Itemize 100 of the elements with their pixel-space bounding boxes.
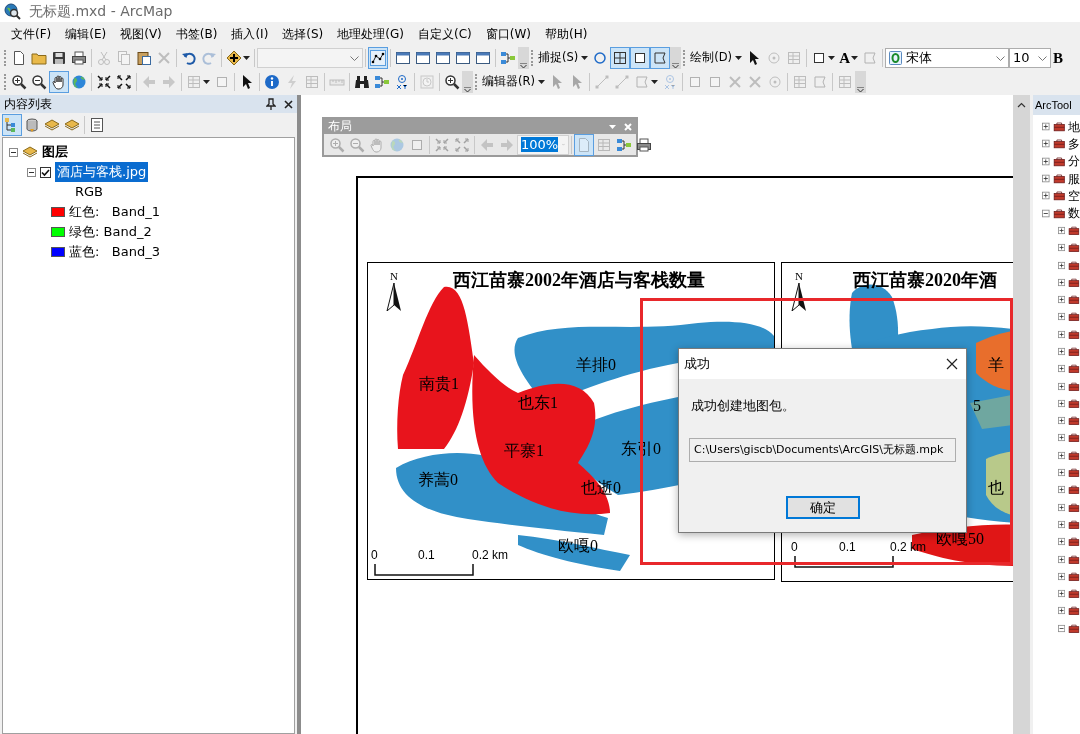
checkbox-checked[interactable] <box>40 166 51 178</box>
arrows-out-icon <box>454 136 470 153</box>
toolbar-menu[interactable]: 编辑器(R) <box>480 72 547 92</box>
toolbox-label[interactable]: 数 <box>1068 204 1080 223</box>
forward-arrow-icon <box>499 136 515 153</box>
close-icon[interactable] <box>946 358 958 370</box>
path-field[interactable]: C:\Users\giscb\Documents\ArcGIS\无标题.mpk <box>689 437 956 462</box>
caret-icon[interactable] <box>537 80 545 84</box>
toolbar-button[interactable] <box>630 47 651 69</box>
overflow-button[interactable] <box>670 47 682 69</box>
toolbar-menu[interactable]: 捕捉(S) <box>536 48 591 68</box>
expand-icon[interactable] <box>1058 295 1066 305</box>
expand-icon[interactable] <box>1058 589 1066 599</box>
toolbox-label[interactable]: 地 <box>1068 117 1080 136</box>
toolbar-grip[interactable] <box>4 74 7 90</box>
expand-icon[interactable] <box>1058 364 1066 374</box>
expand-icon[interactable] <box>1058 450 1066 460</box>
expand-icon[interactable] <box>1058 606 1066 616</box>
zoom-out-icon <box>349 136 365 153</box>
overflow-button[interactable] <box>518 47 529 69</box>
expand-icon[interactable] <box>1058 225 1066 235</box>
map-title: 西江苗寨2002年酒店与客栈数量 <box>453 271 705 289</box>
toolbar-grip[interactable] <box>531 50 534 66</box>
expand-icon[interactable] <box>1058 571 1066 581</box>
dialog-title: 成功 <box>684 355 711 374</box>
toolbox-label[interactable]: 空 <box>1068 186 1080 205</box>
collapse-icon[interactable] <box>1058 623 1066 633</box>
group-label[interactable]: 图层 <box>42 142 68 162</box>
expand-icon[interactable] <box>1058 416 1066 426</box>
toolbar-button[interactable] <box>368 47 388 69</box>
expand-icon[interactable] <box>1058 312 1066 322</box>
menu-item[interactable]: 文件(F) <box>4 23 59 45</box>
panel-title: ArcTool <box>1033 95 1080 115</box>
overflow-button[interactable] <box>854 71 866 93</box>
dropdown-field[interactable]: 10 <box>1008 48 1051 68</box>
expand-icon[interactable] <box>1042 156 1050 166</box>
expand-icon[interactable] <box>1058 433 1066 443</box>
expand-icon[interactable] <box>1058 502 1066 512</box>
zoom-in-icon <box>11 74 27 90</box>
toolbar-grip[interactable] <box>475 74 478 90</box>
caret-icon[interactable] <box>735 56 743 60</box>
menu-item[interactable]: 地理处理(G) <box>330 23 411 45</box>
caret-icon[interactable] <box>243 56 250 60</box>
toolbar-button[interactable]: A <box>837 47 860 69</box>
expand-icon[interactable] <box>1058 468 1066 478</box>
caret-icon[interactable] <box>581 56 589 60</box>
chevron-down-icon[interactable] <box>1037 55 1047 61</box>
layers-icon <box>64 117 80 133</box>
menu-item[interactable]: 视图(V) <box>113 23 169 45</box>
line-icon <box>593 74 610 90</box>
toolbar-button[interactable]: B <box>1050 47 1065 69</box>
expand-icon[interactable] <box>1042 139 1050 149</box>
collapse-icon[interactable] <box>1042 208 1050 218</box>
menu-item[interactable]: 编辑(E) <box>58 23 114 45</box>
expand-icon[interactable] <box>1058 260 1066 270</box>
toolbar-menu[interactable]: 绘制(D) <box>688 48 745 68</box>
expand-icon[interactable] <box>1058 519 1066 529</box>
toolbar-grip[interactable] <box>4 50 7 66</box>
expand-icon[interactable] <box>1058 347 1066 356</box>
pin-icon[interactable] <box>266 98 276 110</box>
ok-button[interactable]: 确定 <box>785 496 860 519</box>
menu-item[interactable]: 自定义(C) <box>410 23 479 45</box>
menu-item[interactable]: 窗口(W) <box>478 23 538 45</box>
caret-icon[interactable] <box>828 56 836 60</box>
expand-icon[interactable] <box>1058 537 1066 547</box>
flowchart-icon <box>500 50 516 66</box>
menu-item[interactable]: 书签(B) <box>168 23 225 45</box>
square-icon <box>214 74 230 90</box>
toolbar-button[interactable] <box>610 47 631 69</box>
map-label: 也逝0 <box>581 480 621 496</box>
north-arrow-icon <box>791 283 807 311</box>
chevron-down-icon[interactable] <box>995 55 1005 61</box>
zoom-out-icon <box>31 74 47 90</box>
expand-icon[interactable] <box>1058 398 1066 408</box>
expand-icon[interactable] <box>1058 381 1066 391</box>
expand-icon[interactable] <box>1042 122 1050 132</box>
toolbox-label[interactable]: 多 <box>1068 134 1080 153</box>
menu-item[interactable]: 插入(I) <box>224 23 276 45</box>
chevron-down-icon <box>856 87 864 93</box>
database-icon <box>24 117 40 133</box>
collapse-icon[interactable] <box>9 147 18 157</box>
layer-label[interactable]: 酒店与客栈.jpg <box>55 162 149 182</box>
expand-icon[interactable] <box>1058 485 1066 495</box>
hand-icon <box>369 136 385 153</box>
expand-icon[interactable] <box>1042 174 1050 184</box>
caret-icon[interactable] <box>850 56 858 60</box>
expand-icon[interactable] <box>1058 554 1066 564</box>
expand-icon[interactable] <box>1042 191 1050 201</box>
toolbar-grip[interactable] <box>683 50 687 66</box>
toolbox-label[interactable]: 分 <box>1068 152 1080 171</box>
menu-item[interactable]: 选择(S) <box>275 23 331 45</box>
expand-icon[interactable] <box>1058 243 1066 253</box>
toolbox-label[interactable]: 服 <box>1068 169 1080 188</box>
collapse-icon[interactable] <box>27 167 36 177</box>
expand-icon[interactable] <box>1058 277 1066 287</box>
close-icon[interactable] <box>284 99 293 109</box>
expand-icon[interactable] <box>1058 329 1066 339</box>
menu-item[interactable]: 帮助(H) <box>537 23 595 45</box>
dropdown-field[interactable]: 宋体 <box>884 48 1009 68</box>
north-label: N <box>795 271 803 282</box>
